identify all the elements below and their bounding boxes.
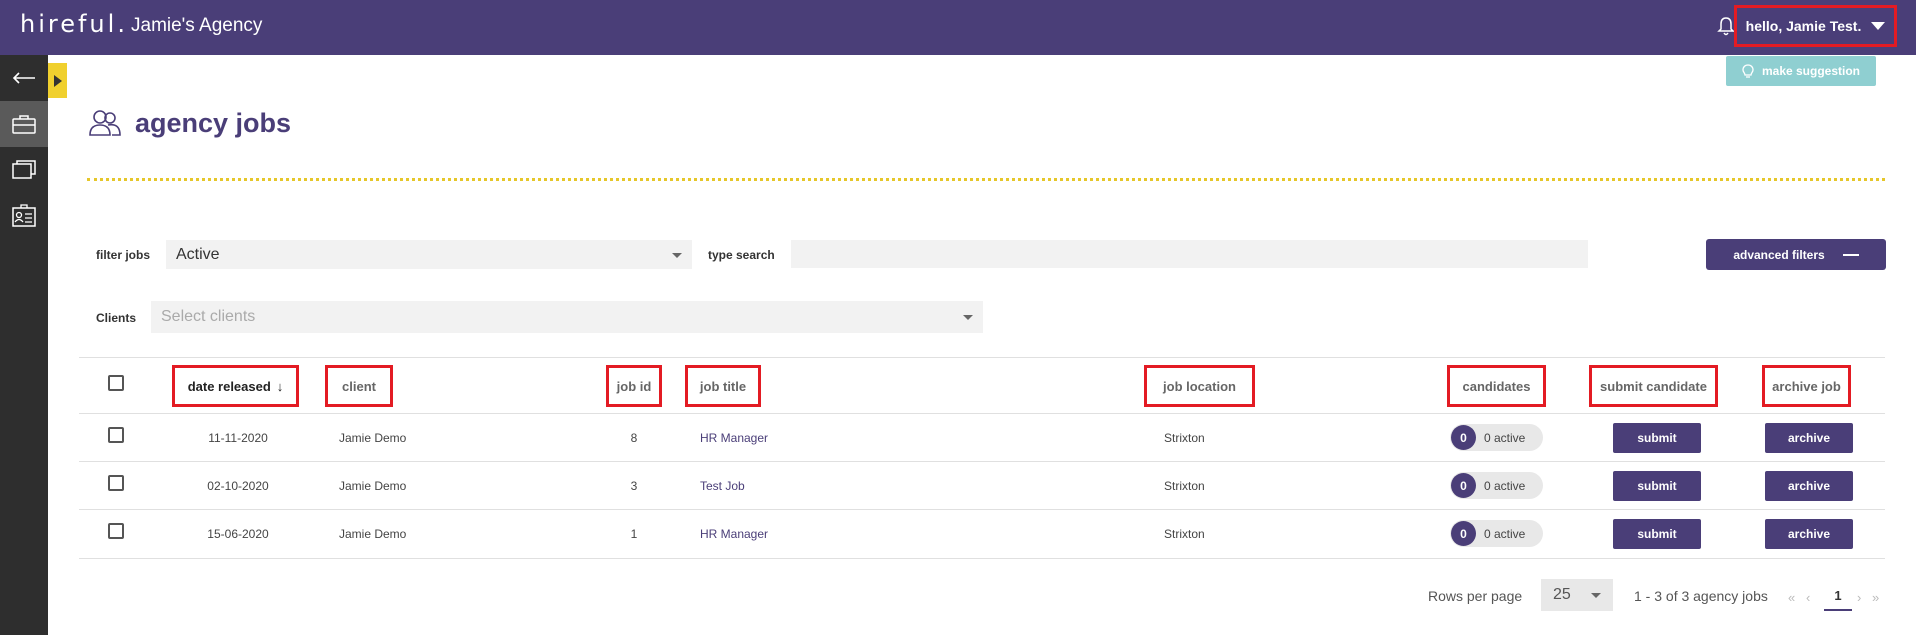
candidates-count-badge: 0 xyxy=(1451,521,1476,546)
people-icon xyxy=(88,108,122,143)
archive-button[interactable]: archive xyxy=(1765,471,1853,501)
header-client-label: client xyxy=(342,378,376,394)
clients-label: Clients xyxy=(96,311,137,325)
candidates-pill[interactable]: 0 0 active xyxy=(1450,472,1543,499)
clients-select[interactable]: Select clients xyxy=(151,301,983,333)
job-title-link[interactable]: HR Manager xyxy=(700,431,768,445)
current-page-button[interactable]: 1 xyxy=(1824,588,1852,611)
header-job-id-label: job id xyxy=(616,378,652,394)
client-cell: Jamie Demo xyxy=(339,479,407,493)
row-divider xyxy=(79,509,1885,510)
lightbulb-icon xyxy=(1742,63,1754,78)
client-cell: Jamie Demo xyxy=(339,431,407,445)
row-checkbox[interactable] xyxy=(108,475,124,491)
job-location-cell: Strixton xyxy=(1164,527,1205,541)
header-job-location-label: job location xyxy=(1163,378,1236,394)
job-location-cell: Strixton xyxy=(1164,431,1205,445)
filter-jobs-select[interactable]: Active xyxy=(166,240,692,269)
header-archive-job-label: archive job xyxy=(1772,378,1841,394)
page-title: agency jobs xyxy=(135,108,292,138)
header-job-location[interactable]: job location xyxy=(1144,365,1255,407)
last-page-icon[interactable]: » xyxy=(1872,590,1879,605)
header-job-id[interactable]: job id xyxy=(606,365,662,407)
table-header-border xyxy=(79,413,1885,414)
user-greeting: hello, Jamie Test. xyxy=(1745,18,1862,34)
job-id-cell: 1 xyxy=(630,527,638,541)
rows-per-page-label: Rows per page xyxy=(1428,588,1523,604)
caret-right-icon xyxy=(53,74,62,87)
user-menu-button[interactable]: hello, Jamie Test. xyxy=(1734,5,1897,47)
sidebar xyxy=(0,55,48,635)
header-date-released-label: date released xyxy=(187,378,271,394)
search-input[interactable] xyxy=(791,240,1588,268)
first-page-icon[interactable]: « xyxy=(1788,590,1795,605)
header-submit-candidate[interactable]: submit candidate xyxy=(1589,365,1718,407)
rows-per-page-value: 25 xyxy=(1553,586,1571,603)
pagination-range: 1 - 3 of 3 agency jobs xyxy=(1634,588,1768,604)
archive-button[interactable]: archive xyxy=(1765,423,1853,453)
header-client[interactable]: client xyxy=(325,365,393,407)
header-archive-job[interactable]: archive job xyxy=(1762,365,1851,407)
filter-jobs-label: filter jobs xyxy=(96,248,151,262)
dropdown-arrow-icon xyxy=(672,252,682,258)
date-released-cell: 15-06-2020 xyxy=(207,527,269,541)
candidates-active-text: 0 active xyxy=(1484,430,1526,445)
dotted-divider xyxy=(87,178,1885,181)
table-top-border xyxy=(79,357,1885,358)
back-arrow-icon[interactable] xyxy=(0,55,48,101)
clients-placeholder: Select clients xyxy=(161,308,256,325)
candidates-active-text: 0 active xyxy=(1484,478,1526,493)
header-job-title[interactable]: job title xyxy=(685,365,761,407)
type-search-label: type search xyxy=(708,248,775,262)
row-divider xyxy=(79,461,1885,462)
make-suggestion-label: make suggestion xyxy=(1761,64,1861,78)
rows-per-page-select[interactable]: 25 xyxy=(1541,579,1613,611)
advanced-filters-button[interactable]: advanced filters xyxy=(1706,239,1886,270)
candidates-pill[interactable]: 0 0 active xyxy=(1450,424,1543,451)
bell-icon[interactable] xyxy=(1716,15,1736,37)
header-date-released[interactable]: date released ↓ xyxy=(172,365,299,407)
row-checkbox[interactable] xyxy=(108,427,124,443)
prev-page-icon[interactable]: ‹ xyxy=(1806,590,1810,605)
agency-name: Jamie's Agency xyxy=(131,15,263,36)
candidates-pill[interactable]: 0 0 active xyxy=(1450,520,1543,547)
hireful-logo[interactable]: hireful. xyxy=(20,10,128,38)
dropdown-arrow-icon xyxy=(963,315,973,320)
select-all-checkbox[interactable] xyxy=(108,375,124,391)
job-id-cell: 8 xyxy=(630,431,638,445)
header-candidates[interactable]: candidates xyxy=(1447,365,1546,407)
header-submit-candidate-label: submit candidate xyxy=(1600,378,1707,394)
advanced-filters-label: advanced filters xyxy=(1733,247,1825,262)
client-cell: Jamie Demo xyxy=(339,527,407,541)
date-released-cell: 02-10-2020 xyxy=(207,479,269,493)
date-released-cell: 11-11-2020 xyxy=(208,431,268,445)
submit-button[interactable]: submit xyxy=(1613,471,1701,501)
header-job-title-label: job title xyxy=(699,378,747,394)
next-page-icon[interactable]: › xyxy=(1857,590,1861,605)
cards-icon[interactable] xyxy=(0,147,48,193)
sidebar-expand-toggle[interactable] xyxy=(48,63,67,98)
row-checkbox[interactable] xyxy=(108,523,124,539)
caret-down-icon xyxy=(1871,22,1886,30)
archive-button[interactable]: archive xyxy=(1765,519,1853,549)
job-id-cell: 3 xyxy=(630,479,638,493)
collapse-icon xyxy=(1842,253,1859,256)
header-candidates-label: candidates xyxy=(1462,378,1531,394)
submit-button[interactable]: submit xyxy=(1613,423,1701,453)
job-title-link[interactable]: Test Job xyxy=(700,479,745,493)
dropdown-arrow-icon xyxy=(1591,593,1601,598)
make-suggestion-button[interactable]: make suggestion xyxy=(1726,56,1876,86)
top-bar: hireful. Jamie's Agency hello, Jamie Tes… xyxy=(0,0,1916,55)
job-title-link[interactable]: HR Manager xyxy=(700,527,768,541)
sort-down-icon: ↓ xyxy=(276,378,284,394)
candidates-count-badge: 0 xyxy=(1451,473,1476,498)
candidates-count-badge: 0 xyxy=(1451,425,1476,450)
candidates-active-text: 0 active xyxy=(1484,526,1526,541)
briefcase-icon[interactable] xyxy=(0,101,48,147)
submit-button[interactable]: submit xyxy=(1613,519,1701,549)
id-card-icon[interactable] xyxy=(0,193,48,239)
filter-jobs-value: Active xyxy=(176,245,220,263)
job-location-cell: Strixton xyxy=(1164,479,1205,493)
table-bottom-border xyxy=(79,558,1885,559)
